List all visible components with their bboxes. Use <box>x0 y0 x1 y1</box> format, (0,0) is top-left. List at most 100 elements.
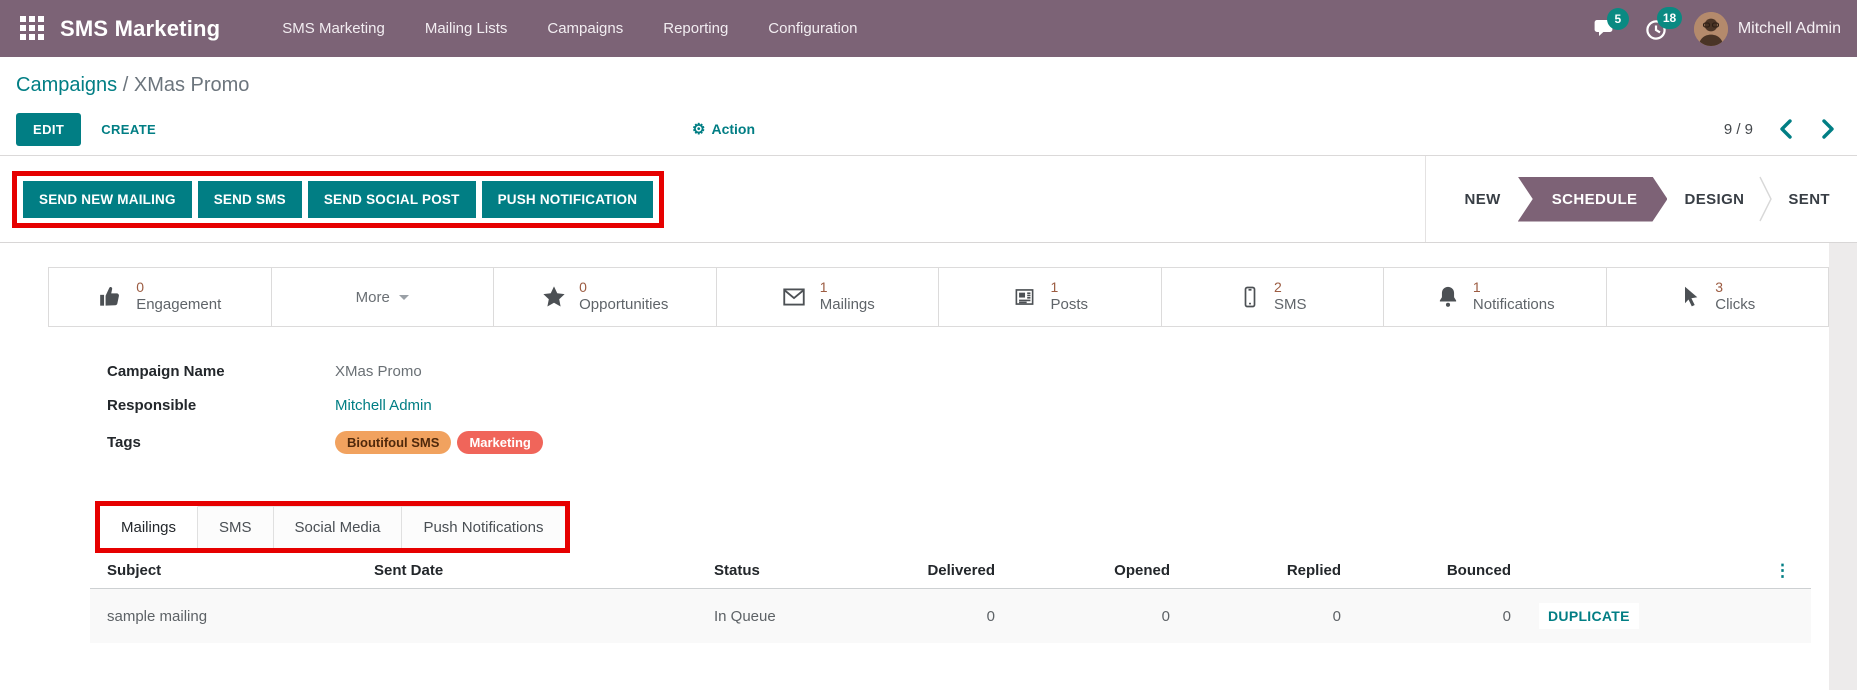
stat-clicks-value: 3 <box>1715 279 1755 297</box>
menu-campaigns[interactable]: Campaigns <box>529 1 641 56</box>
tags-label: Tags <box>107 434 335 451</box>
more-dropdown[interactable]: More <box>271 267 495 327</box>
campaign-form: Campaign Name XMas Promo Responsible Mit… <box>107 363 1829 454</box>
menu-mailing-lists[interactable]: Mailing Lists <box>407 1 526 56</box>
menu-configuration[interactable]: Configuration <box>750 1 875 56</box>
tag-bioutifoul-sms[interactable]: Bioutifoul SMS <box>335 431 451 454</box>
column-header-sent-date[interactable]: Sent Date <box>357 553 697 588</box>
control-panel: EDIT CREATE ⚙ Action 9 / 9 <box>0 103 1857 155</box>
mailings-table: Subject Sent Date Status Delivered Opene… <box>90 553 1811 643</box>
status-step-design[interactable]: DESIGN <box>1671 191 1757 208</box>
breadcrumb-campaigns[interactable]: Campaigns <box>16 74 117 96</box>
chevron-separator-icon <box>1759 176 1773 222</box>
app-title[interactable]: SMS Marketing <box>60 16 220 42</box>
top-navbar: SMS Marketing SMS Marketing Mailing List… <box>0 0 1857 57</box>
main-menu: SMS Marketing Mailing Lists Campaigns Re… <box>264 1 875 56</box>
stat-posts-value: 1 <box>1050 279 1088 297</box>
stat-sms[interactable]: 2 SMS <box>1161 267 1385 327</box>
menu-sms-marketing[interactable]: SMS Marketing <box>264 1 403 56</box>
status-pipeline: NEW SCHEDULE DESIGN SENT <box>1425 156 1857 242</box>
send-buttons-highlight-box: SEND NEW MAILING SEND SMS SEND SOCIAL PO… <box>12 171 664 228</box>
tag-marketing[interactable]: Marketing <box>457 431 542 454</box>
stat-clicks-label: Clicks <box>1715 296 1755 315</box>
tab-push-notifications[interactable]: Push Notifications <box>402 506 564 548</box>
column-header-opened[interactable]: Opened <box>995 553 1170 588</box>
status-step-new[interactable]: NEW <box>1452 191 1514 208</box>
breadcrumb-current: / XMas Promo <box>123 74 250 96</box>
pager-count: 9 / 9 <box>1724 121 1753 138</box>
stat-posts[interactable]: 1 Posts <box>938 267 1162 327</box>
tab-sms[interactable]: SMS <box>198 506 274 548</box>
column-header-bounced[interactable]: Bounced <box>1341 553 1511 588</box>
action-menu-button[interactable]: ⚙ Action <box>692 120 755 138</box>
campaign-name-value: XMas Promo <box>335 363 422 380</box>
stat-clicks[interactable]: 3 Clicks <box>1606 267 1830 327</box>
statusbar-strip: SEND NEW MAILING SEND SMS SEND SOCIAL PO… <box>0 155 1857 243</box>
status-step-schedule-active[interactable]: SCHEDULE <box>1518 177 1668 222</box>
stat-notifications[interactable]: 1 Notifications <box>1383 267 1607 327</box>
user-name: Mitchell Admin <box>1738 20 1841 38</box>
column-header-replied[interactable]: Replied <box>1170 553 1341 588</box>
avatar <box>1694 12 1728 46</box>
action-label: Action <box>711 121 755 137</box>
newspaper-icon <box>1011 284 1038 310</box>
stat-opportunities[interactable]: 0 Opportunities <box>493 267 717 327</box>
cell-sent-date <box>357 602 697 630</box>
messages-button[interactable]: 5 <box>1594 18 1618 40</box>
breadcrumb: Campaigns / XMas Promo <box>0 57 1857 103</box>
send-social-post-button[interactable]: SEND SOCIAL POST <box>308 181 476 218</box>
cell-bounced: 0 <box>1341 594 1511 639</box>
responsible-label: Responsible <box>107 397 335 414</box>
stat-mailings[interactable]: 1 Mailings <box>716 267 940 327</box>
cursor-icon <box>1679 284 1703 310</box>
mobile-icon <box>1238 284 1262 310</box>
envelope-icon <box>780 284 808 310</box>
duplicate-button[interactable]: DUPLICATE <box>1539 603 1639 629</box>
create-button[interactable]: CREATE <box>101 122 156 137</box>
table-header-row: Subject Sent Date Status Delivered Opene… <box>90 553 1811 589</box>
status-step-sent[interactable]: SENT <box>1775 191 1843 208</box>
notebook-tabs: Mailings SMS Social Media Push Notificat… <box>100 506 565 548</box>
table-row[interactable]: sample mailing In Queue 0 0 0 0 DUPLICAT… <box>90 589 1811 643</box>
cell-opened: 0 <box>995 594 1170 639</box>
pager-next-icon[interactable] <box>1822 119 1835 139</box>
more-label: More <box>356 289 390 306</box>
column-header-status[interactable]: Status <box>697 553 920 588</box>
menu-reporting[interactable]: Reporting <box>645 1 746 56</box>
push-notification-button[interactable]: PUSH NOTIFICATION <box>482 181 654 218</box>
stat-sms-label: SMS <box>1274 296 1307 315</box>
cell-replied: 0 <box>1170 594 1341 639</box>
cell-status: In Queue <box>697 594 920 639</box>
stat-button-row: 0 Engagement More 0 Opportunitie <box>48 267 1829 327</box>
activities-badge: 18 <box>1657 7 1682 29</box>
star-icon <box>541 284 567 310</box>
form-sheet: 0 Engagement More 0 Opportunitie <box>0 243 1829 690</box>
bell-icon <box>1435 284 1461 310</box>
right-gutter <box>1829 243 1857 690</box>
stat-mailings-value: 1 <box>820 279 875 297</box>
stat-notifications-label: Notifications <box>1473 296 1555 315</box>
chevron-down-icon <box>399 295 409 300</box>
stat-mailings-label: Mailings <box>820 296 875 315</box>
thumbs-up-icon <box>98 284 124 310</box>
stat-engagement-label: Engagement <box>136 296 221 315</box>
apps-grid-icon[interactable] <box>20 16 46 42</box>
send-sms-button[interactable]: SEND SMS <box>198 181 302 218</box>
stat-sms-value: 2 <box>1274 279 1307 297</box>
stat-opportunities-value: 0 <box>579 279 668 297</box>
user-menu[interactable]: Mitchell Admin <box>1694 12 1841 46</box>
edit-button[interactable]: EDIT <box>16 113 81 146</box>
activities-button[interactable]: 18 <box>1644 17 1668 41</box>
column-header-subject[interactable]: Subject <box>90 553 357 588</box>
stat-posts-label: Posts <box>1050 296 1088 315</box>
pager-previous-icon[interactable] <box>1779 119 1792 139</box>
stat-engagement[interactable]: 0 Engagement <box>48 267 272 327</box>
column-header-delivered[interactable]: Delivered <box>920 553 995 588</box>
tab-mailings[interactable]: Mailings <box>100 506 198 548</box>
send-new-mailing-button[interactable]: SEND NEW MAILING <box>23 181 192 218</box>
optional-columns-icon[interactable]: ⋮ <box>1671 561 1811 581</box>
stat-opportunities-label: Opportunities <box>579 296 668 315</box>
responsible-value-link[interactable]: Mitchell Admin <box>335 397 432 414</box>
cell-delivered: 0 <box>920 594 995 639</box>
tab-social-media[interactable]: Social Media <box>274 506 403 548</box>
